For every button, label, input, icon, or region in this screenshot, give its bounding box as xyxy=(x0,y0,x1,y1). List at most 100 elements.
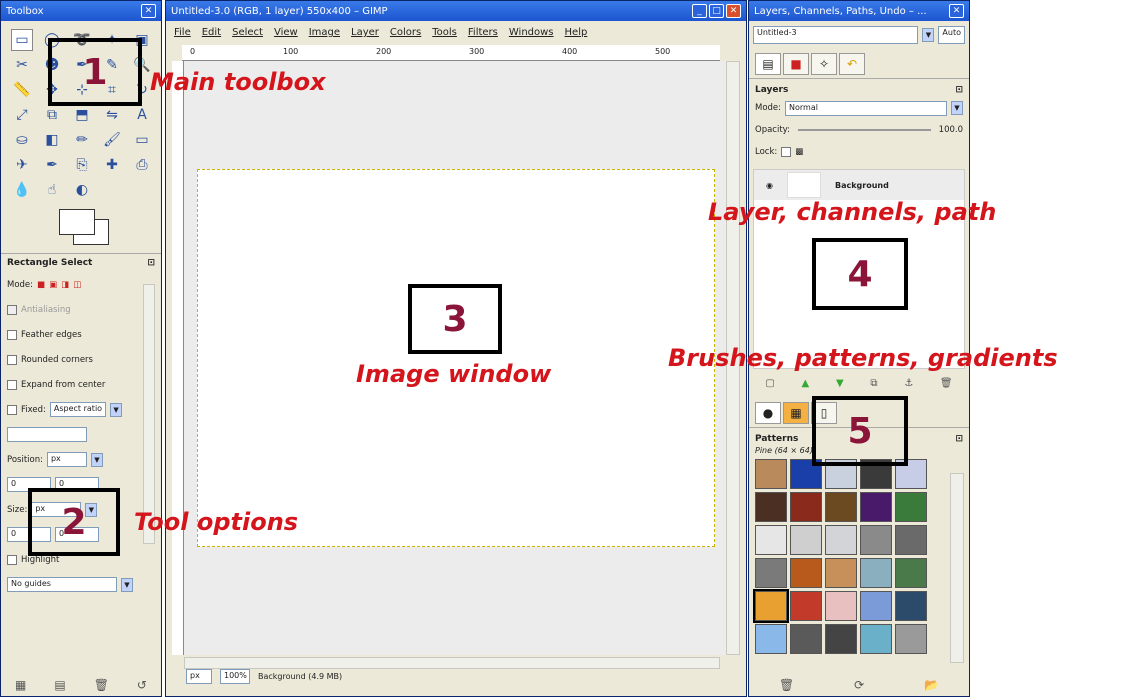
minimize-icon[interactable]: _ xyxy=(692,4,707,18)
brushes-tab-icon[interactable]: ● xyxy=(755,402,781,424)
mode-replace-icon[interactable]: ■ xyxy=(37,280,45,290)
lower-layer-icon[interactable]: ▼ xyxy=(836,378,844,389)
pattern-swatch[interactable] xyxy=(755,558,787,588)
restore-options-icon[interactable]: ▤ xyxy=(54,678,65,692)
bucket-fill-tool-icon[interactable]: ⛀ xyxy=(11,129,33,151)
feather-checkbox[interactable] xyxy=(7,329,17,340)
layer-name[interactable]: Background xyxy=(835,181,889,190)
pattern-swatch[interactable] xyxy=(895,624,927,654)
pattern-swatch[interactable] xyxy=(895,591,927,621)
position-unit-select[interactable]: px xyxy=(46,452,87,467)
foreground-color-swatch[interactable] xyxy=(59,209,95,235)
toolbox-titlebar[interactable]: Toolbox ✕ xyxy=(1,1,161,21)
text-tool-icon[interactable]: A xyxy=(131,104,153,126)
blend-tool-icon[interactable]: ◧ xyxy=(41,129,63,151)
highlight-checkbox[interactable] xyxy=(7,554,17,565)
pattern-swatch[interactable] xyxy=(825,558,857,588)
pattern-scrollbar[interactable] xyxy=(950,473,964,663)
chevron-down-icon[interactable]: ▼ xyxy=(110,402,123,417)
delete-layer-icon[interactable]: 🗑 xyxy=(940,378,953,389)
delete-icon[interactable]: 🗑 xyxy=(779,678,794,692)
pattern-swatch[interactable] xyxy=(790,558,822,588)
menu-view[interactable]: View xyxy=(274,27,298,43)
ink-tool-icon[interactable]: ✒ xyxy=(41,154,63,176)
delete-icon[interactable]: 🗑 xyxy=(94,678,109,692)
zoom-select[interactable]: 100% xyxy=(220,668,250,684)
pattern-swatch[interactable] xyxy=(860,558,892,588)
paintbrush-tool-icon[interactable]: 🖌 xyxy=(101,129,123,151)
channels-tab-icon[interactable]: ■ xyxy=(783,53,809,75)
menu-file[interactable]: File xyxy=(174,27,191,43)
chevron-down-icon[interactable]: ▼ xyxy=(90,452,103,467)
antialiasing-checkbox[interactable] xyxy=(7,304,17,315)
image-titlebar[interactable]: Untitled-3.0 (RGB, 1 layer) 550x400 – GI… xyxy=(166,1,746,21)
open-folder-icon[interactable]: 📂 xyxy=(924,678,939,692)
unit-select[interactable]: px xyxy=(186,668,212,684)
pattern-swatch[interactable] xyxy=(825,591,857,621)
menu-select[interactable]: Select xyxy=(232,27,263,43)
reset-icon[interactable]: ↺ xyxy=(137,678,147,692)
layer-row[interactable]: ◉ Background xyxy=(754,170,964,200)
pattern-swatch[interactable] xyxy=(860,525,892,555)
chevron-down-icon[interactable]: ▼ xyxy=(121,577,133,592)
pattern-swatch[interactable] xyxy=(825,492,857,522)
menu-tools[interactable]: Tools xyxy=(432,27,457,43)
close-icon[interactable]: ✕ xyxy=(949,4,964,18)
flip-tool-icon[interactable]: ⇋ xyxy=(101,104,123,126)
expand-checkbox[interactable] xyxy=(7,379,17,390)
dodge-burn-tool-icon[interactable]: ◐ xyxy=(71,179,93,201)
layer-mode-select[interactable]: Normal xyxy=(785,100,947,116)
pattern-swatch[interactable] xyxy=(790,525,822,555)
pattern-swatch[interactable] xyxy=(860,591,892,621)
blur-tool-icon[interactable]: 💧 xyxy=(11,179,33,201)
menu-image[interactable]: Image xyxy=(309,27,340,43)
patterns-tab-icon[interactable]: ▦ xyxy=(783,402,809,424)
shear-tool-icon[interactable]: ⧉ xyxy=(41,104,63,126)
pattern-swatch[interactable] xyxy=(860,624,892,654)
pattern-swatch[interactable] xyxy=(755,459,787,489)
eraser-tool-icon[interactable]: ▭ xyxy=(131,129,153,151)
auto-button[interactable]: Auto xyxy=(938,26,965,44)
pattern-swatch[interactable] xyxy=(825,624,857,654)
paths-tab-icon[interactable]: ✧ xyxy=(811,53,837,75)
close-icon[interactable]: ✕ xyxy=(726,4,741,18)
mode-intersect-icon[interactable]: ◫ xyxy=(73,280,81,290)
save-options-icon[interactable]: ▦ xyxy=(15,678,26,692)
pattern-swatch[interactable] xyxy=(860,492,892,522)
eye-icon[interactable]: ◉ xyxy=(766,181,773,190)
menu-filters[interactable]: Filters xyxy=(468,27,498,43)
tool-options-scrollbar[interactable] xyxy=(143,284,155,544)
pattern-swatch[interactable] xyxy=(755,624,787,654)
chevron-down-icon[interactable]: ▼ xyxy=(922,28,935,42)
menu-colors[interactable]: Colors xyxy=(390,27,421,43)
opacity-value[interactable]: 100.0 xyxy=(939,125,963,135)
close-icon[interactable]: ✕ xyxy=(141,4,156,18)
ratio-field[interactable] xyxy=(7,427,87,442)
rounded-checkbox[interactable] xyxy=(7,354,17,365)
guides-select[interactable]: No guides xyxy=(7,577,117,592)
lock-alpha-checkbox[interactable] xyxy=(781,147,792,157)
layers-tab-icon[interactable]: ▤ xyxy=(755,53,781,75)
pattern-swatch[interactable] xyxy=(825,525,857,555)
refresh-icon[interactable]: ⟳ xyxy=(854,678,864,692)
scissors-tool-icon[interactable]: ✂ xyxy=(11,54,33,76)
scale-tool-icon[interactable]: ⤢ xyxy=(11,104,33,126)
airbrush-tool-icon[interactable]: ✈ xyxy=(11,154,33,176)
maximize-icon[interactable]: □ xyxy=(709,4,724,18)
measure-tool-icon[interactable]: 📏 xyxy=(11,79,33,101)
undo-tab-icon[interactable]: ↶ xyxy=(839,53,865,75)
fixed-select[interactable]: Aspect ratio xyxy=(49,402,107,417)
mode-subtract-icon[interactable]: ◨ xyxy=(61,280,69,290)
pattern-swatch[interactable] xyxy=(753,589,789,623)
rect-select-tool-icon[interactable]: ▭ xyxy=(11,29,33,51)
pattern-swatch[interactable] xyxy=(790,591,822,621)
perspective-clone-tool-icon[interactable]: ⎙ xyxy=(131,154,153,176)
heal-tool-icon[interactable]: ✚ xyxy=(101,154,123,176)
pattern-swatch[interactable] xyxy=(755,492,787,522)
clone-tool-icon[interactable]: ⎘ xyxy=(71,154,93,176)
pattern-swatch[interactable] xyxy=(790,624,822,654)
pattern-swatch[interactable] xyxy=(790,492,822,522)
fixed-checkbox[interactable] xyxy=(7,404,17,415)
image-canvas[interactable] xyxy=(197,169,715,547)
menu-windows[interactable]: Windows xyxy=(509,27,554,43)
